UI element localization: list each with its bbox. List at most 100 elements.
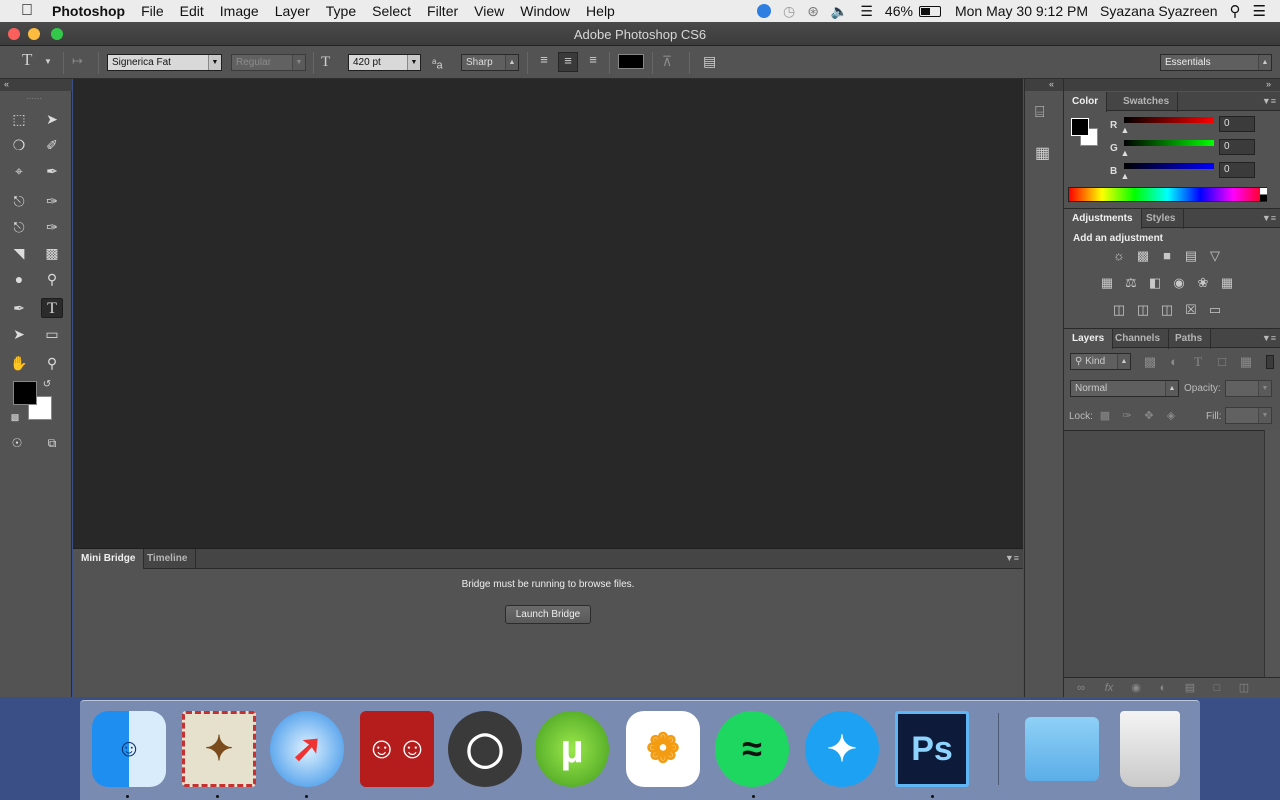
levels-icon[interactable]: ▩ [1134, 247, 1152, 265]
zoom-tool-icon[interactable]: ⚲ [41, 353, 63, 373]
path-selection-tool-icon[interactable]: ➤ [8, 324, 30, 344]
opacity-input[interactable]: ▼ [1225, 380, 1272, 397]
move-tool-icon[interactable]: ➤ [41, 109, 63, 129]
photo-filter-icon[interactable]: ◉ [1170, 274, 1188, 292]
tab-swatches[interactable]: Swatches [1115, 92, 1179, 112]
properties-panel-icon[interactable]: ▦ [1035, 146, 1050, 162]
text-color-swatch[interactable] [618, 54, 644, 69]
tab-adjustments[interactable]: Adjustments [1064, 209, 1142, 229]
font-family-dropdown[interactable]: Signerica Fat ▼ [107, 54, 222, 71]
filter-adjustment-icon[interactable]: ◐ [1165, 353, 1183, 371]
safari-icon[interactable]: ➚ [270, 711, 344, 787]
tab-color[interactable]: Color [1064, 92, 1108, 112]
gradient-map-icon[interactable]: ▭ [1206, 301, 1224, 319]
volume-icon[interactable]: 🔈 [825, 3, 854, 20]
exposure-icon[interactable]: ▤ [1182, 247, 1200, 265]
menu-layer[interactable]: Layer [267, 3, 318, 19]
swap-colors-icon[interactable]: ↺ [40, 375, 54, 395]
clone-stamp-tool-icon[interactable]: ⎋ [8, 217, 30, 237]
foreground-color-swatch[interactable] [1071, 118, 1089, 136]
green-value-input[interactable]: 0 [1219, 139, 1255, 155]
user-name[interactable]: Syazana Syazreen [1094, 3, 1224, 19]
wifi-icon[interactable]: ☰ [854, 3, 879, 20]
curves-icon[interactable]: ■ [1158, 247, 1176, 265]
panel-menu-icon[interactable]: ▼≡ [1262, 96, 1276, 106]
menu-window[interactable]: Window [512, 3, 578, 19]
clock[interactable]: Mon May 30 9:12 PM [949, 3, 1094, 19]
threshold-icon[interactable]: ◫ [1158, 301, 1176, 319]
collapse-panel-icon[interactable]: « [4, 76, 9, 92]
foreground-color-swatch[interactable] [13, 381, 37, 405]
type-tool-preset-icon[interactable]: T [22, 51, 32, 68]
blend-mode-dropdown[interactable]: Normal ▲ [1070, 380, 1179, 397]
ubuntu-icon[interactable]: ◯ [448, 711, 522, 787]
menu-select[interactable]: Select [364, 3, 419, 19]
lock-position-icon[interactable]: ✥ [1140, 407, 1158, 425]
new-adjustment-icon[interactable]: ◐ [1154, 679, 1172, 697]
selective-color-icon[interactable]: ☒ [1182, 301, 1200, 319]
antialias-dropdown[interactable]: Sharp ▲ [461, 54, 519, 71]
blue-value-input[interactable]: 0 [1219, 162, 1255, 178]
font-size-dropdown[interactable]: 420 pt ▼ [348, 54, 421, 71]
type-tool-icon[interactable]: T [41, 298, 63, 318]
new-layer-icon[interactable]: □ [1208, 679, 1226, 697]
green-slider[interactable] [1124, 140, 1214, 146]
filter-toggle[interactable] [1266, 355, 1274, 369]
panel-menu-icon[interactable]: ▼≡ [1005, 553, 1019, 563]
panel-menu-icon[interactable]: ▼≡ [1262, 333, 1276, 343]
color-balance-icon[interactable]: ⚖ [1122, 274, 1140, 292]
blue-slider-handle[interactable]: ▲ [1120, 168, 1130, 184]
panel-menu-icon[interactable]: ▼≡ [1262, 213, 1276, 223]
collapse-panels-icon[interactable]: » [1266, 76, 1271, 92]
align-center-icon[interactable]: ≡ [558, 52, 578, 72]
twitter-icon[interactable]: ✦ [805, 711, 879, 787]
layers-list[interactable] [1064, 430, 1264, 677]
workspace-dropdown[interactable]: Essentials ▲ [1160, 54, 1272, 71]
lock-transparent-icon[interactable]: ▩ [1096, 407, 1114, 425]
launch-bridge-button[interactable]: Launch Bridge [505, 605, 591, 624]
quick-mask-icon[interactable]: ☉ [6, 433, 28, 453]
red-value-input[interactable]: 0 [1219, 116, 1255, 132]
character-panel-icon[interactable]: ▤ [703, 53, 716, 69]
photoshop-icon[interactable]: Ps [895, 711, 969, 787]
mail-icon[interactable]: ✦ [182, 711, 256, 787]
tab-paths[interactable]: Paths [1167, 329, 1212, 349]
quick-selection-tool-icon[interactable]: ✐ [41, 135, 63, 155]
tab-channels[interactable]: Channels [1107, 329, 1170, 349]
filter-type-icon[interactable]: T [1189, 353, 1207, 371]
photos-icon[interactable]: ❁ [626, 711, 700, 787]
expand-panel-icon[interactable]: « [1049, 76, 1054, 92]
trash-icon[interactable] [1120, 711, 1180, 787]
color-spectrum-ramp[interactable] [1068, 187, 1267, 202]
posterize-icon[interactable]: ◫ [1134, 301, 1152, 319]
utorrent-icon[interactable]: µ [535, 711, 609, 787]
tab-layers[interactable]: Layers [1064, 329, 1114, 349]
lock-all-icon[interactable]: ◈ [1162, 407, 1180, 425]
tab-mini-bridge[interactable]: Mini Bridge [73, 549, 145, 569]
dodge-tool-icon[interactable]: ⚲ [41, 269, 63, 289]
tab-styles[interactable]: Styles [1138, 209, 1185, 229]
align-left-icon[interactable]: ≡ [535, 52, 553, 68]
layers-scrollbar[interactable] [1264, 430, 1280, 677]
finder-icon[interactable]: ☺ [92, 711, 166, 787]
menu-view[interactable]: View [466, 3, 512, 19]
menu-file[interactable]: File [133, 3, 172, 19]
menu-filter[interactable]: Filter [419, 3, 466, 19]
green-slider-handle[interactable]: ▲ [1120, 145, 1130, 161]
eraser-tool-icon[interactable]: ◥ [8, 243, 30, 263]
red-slider-handle[interactable]: ▲ [1120, 122, 1130, 138]
menu-help[interactable]: Help [578, 3, 623, 19]
brush-tool-icon[interactable]: ✑ [41, 191, 63, 211]
dropzone-icon[interactable] [756, 4, 771, 18]
fill-input[interactable]: ▼ [1225, 407, 1272, 424]
trash-icon[interactable]: ◫ [1235, 679, 1253, 697]
battery-icon[interactable] [918, 5, 941, 17]
hue-saturation-icon[interactable]: ▦ [1098, 274, 1116, 292]
red-slider[interactable] [1124, 117, 1214, 123]
font-style-dropdown[interactable]: Regular ▼ [231, 54, 306, 71]
rectangular-marquee-tool-icon[interactable]: ⬚ [8, 109, 30, 129]
layer-kind-filter-dropdown[interactable]: ⚲ Kind ▲ [1070, 353, 1131, 370]
filter-pixel-icon[interactable]: ▩ [1141, 353, 1159, 371]
screen-mode-icon[interactable]: ⧉ [41, 433, 63, 453]
add-mask-icon[interactable]: ◉ [1127, 679, 1145, 697]
